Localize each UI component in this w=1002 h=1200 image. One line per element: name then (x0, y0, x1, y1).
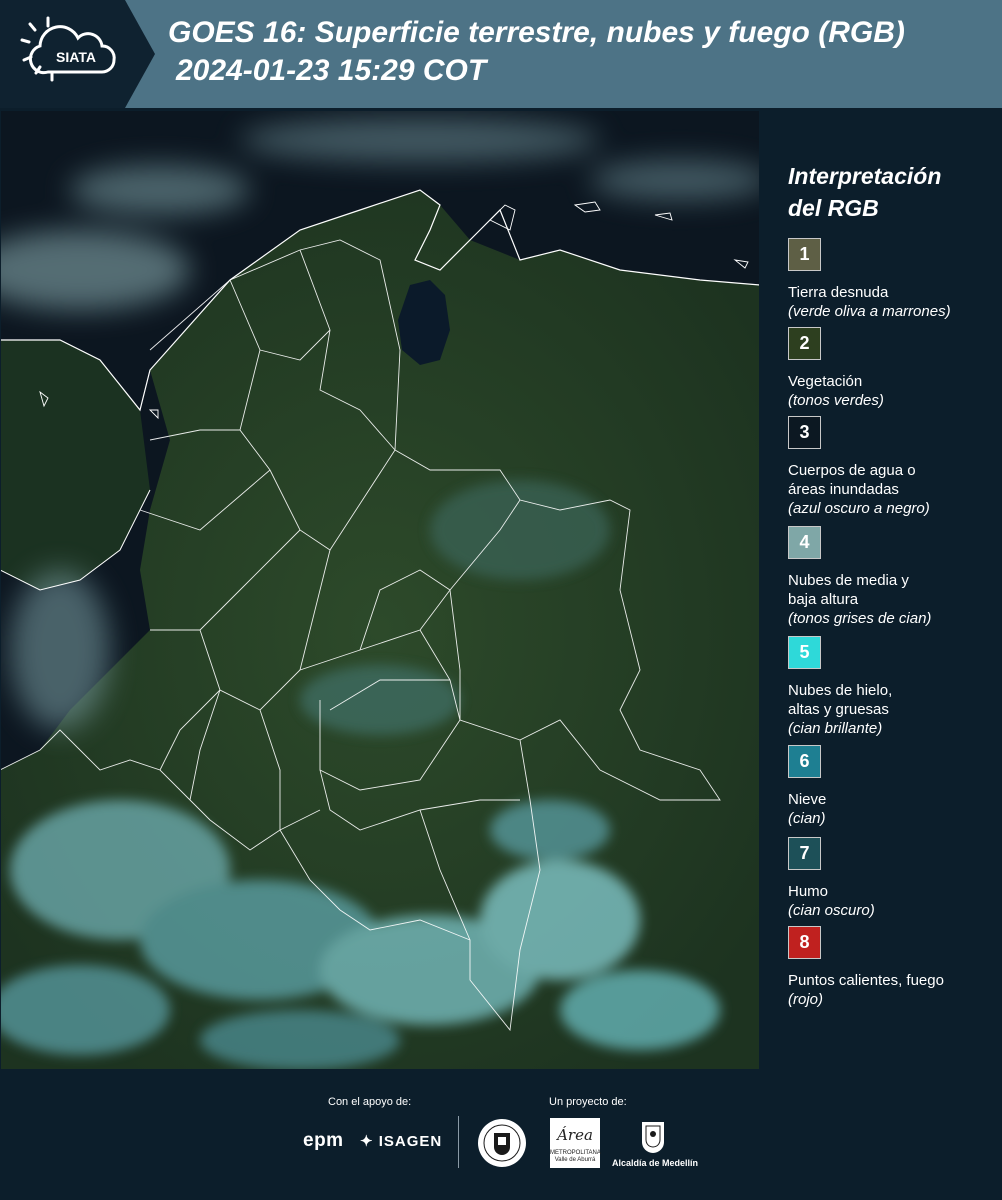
isagen-mark-icon: ✦ (360, 1133, 374, 1150)
map-edge (760, 110, 775, 1070)
legend-label-line: Cuerpos de agua o (788, 462, 916, 479)
legend-label: Tierra desnuda (788, 284, 889, 301)
legend-label: Vegetación (788, 373, 863, 390)
legend-number: 5 (799, 642, 810, 662)
legend-label: Puntos calientes, fuego (788, 972, 944, 989)
legend-sub: (tonos grises de cian) (788, 610, 932, 627)
legend-item-low-clouds: 4 Nubes de media y baja altura (tonos gr… (788, 526, 998, 636)
legend-sub: (cian oscuro) (788, 902, 875, 919)
epm-logo-text: epm (303, 1130, 344, 1151)
project-label: Un proyecto de: (549, 1096, 627, 1108)
siata-logo-text: SIATA (56, 49, 96, 65)
alcaldia-shield-icon (642, 1122, 664, 1153)
legend-number: 7 (799, 843, 810, 863)
isagen-logo-text: ISAGEN (378, 1133, 443, 1150)
legend-swatch-7: 7 (788, 837, 821, 870)
area-logo-text: Área (557, 1126, 593, 1144)
header-bar: SIATA GOES 16: Superficie terrestre, nub… (0, 0, 1002, 108)
legend-label: Humo (788, 883, 829, 900)
isagen-logo: ✦ ISAGEN (360, 1132, 442, 1150)
alcaldia-label: Alcaldía de Medellín (612, 1158, 699, 1168)
siata-logo: SIATA (0, 0, 155, 108)
legend-title-line2: del RGB (788, 195, 879, 221)
legend-label-line: áreas inundadas (788, 481, 899, 498)
legend-sub: (cian) (788, 810, 826, 827)
legend-item-ice-clouds: 5 Nubes de hielo, altas y gruesas (cian … (788, 636, 998, 745)
legend-number: 2 (799, 333, 810, 353)
footer: Con el apoyo de: Un proyecto de: epm ✦ I… (0, 1072, 1002, 1200)
legend-number: 4 (799, 532, 810, 552)
udem-seal-icon (478, 1119, 526, 1167)
legend-swatch-6: 6 (788, 745, 821, 778)
legend-swatch-4: 4 (788, 526, 821, 559)
legend-number: 8 (799, 932, 810, 952)
page-title: GOES 16: Superficie terrestre, nubes y f… (168, 14, 998, 90)
legend-label: Nieve (788, 791, 827, 808)
legend-title-line1: Interpretación (788, 163, 942, 189)
legend-swatch-2: 2 (788, 327, 821, 360)
footer-divider (458, 1116, 459, 1168)
rgb-legend: Interpretación del RGB 1 Tierra desnuda … (788, 160, 998, 1015)
legend-number: 3 (799, 422, 810, 442)
satellite-map[interactable] (0, 110, 760, 1070)
legend-number: 6 (799, 751, 810, 771)
legend-item-snow: 6 Nieve (cian) (788, 745, 998, 837)
legend-item-smoke: 7 Humo (cian oscuro) (788, 837, 998, 926)
legend-label-line: altas y gruesas (788, 701, 889, 718)
legend-label-line: Nubes de hielo, (788, 682, 893, 699)
support-label: Con el apoyo de: (328, 1096, 412, 1108)
legend-sub: (tonos verdes) (788, 392, 884, 409)
legend-sub: (rojo) (788, 991, 824, 1008)
legend-item-water: 3 Cuerpos de agua o áreas inundadas (azu… (788, 416, 998, 526)
legend-sub: (cian brillante) (788, 720, 883, 737)
legend-label: Cuerpos de agua o áreas inundadas (788, 461, 998, 499)
area-logo-subtext: METROPOLITANA Valle de Aburrá (550, 1150, 601, 1163)
legend-label-line: Nubes de media y (788, 572, 909, 589)
legend-label: Nubes de hielo, altas y gruesas (788, 681, 998, 719)
title-product: GOES 16: Superficie terrestre, nubes y f… (168, 16, 905, 49)
legend-item-fire: 8 Puntos calientes, fuego (rojo) (788, 926, 998, 1015)
legend-label-line: baja altura (788, 591, 859, 608)
legend-swatch-3: 3 (788, 416, 821, 449)
legend-label: Nubes de media y baja altura (788, 571, 998, 609)
legend-sub: (azul oscuro a negro) (788, 500, 930, 517)
legend-sub: (verde oliva a marrones) (788, 303, 951, 320)
legend-swatch-1: 1 (788, 238, 821, 271)
legend-item-vegetation: 2 Vegetación (tonos verdes) (788, 327, 998, 416)
legend-swatch-5: 5 (788, 636, 821, 669)
legend-swatch-8: 8 (788, 926, 821, 959)
title-timestamp: 2024-01-23 15:29 COT (176, 54, 487, 87)
area-metropolitana-logo: Área METROPOLITANA Valle de Aburrá (550, 1118, 601, 1168)
legend-number: 1 (799, 244, 810, 264)
legend-title: Interpretación del RGB (788, 160, 998, 224)
epm-logo: epm (303, 1130, 344, 1152)
legend-item-bare-soil: 1 Tierra desnuda (verde oliva a marrones… (788, 238, 998, 327)
